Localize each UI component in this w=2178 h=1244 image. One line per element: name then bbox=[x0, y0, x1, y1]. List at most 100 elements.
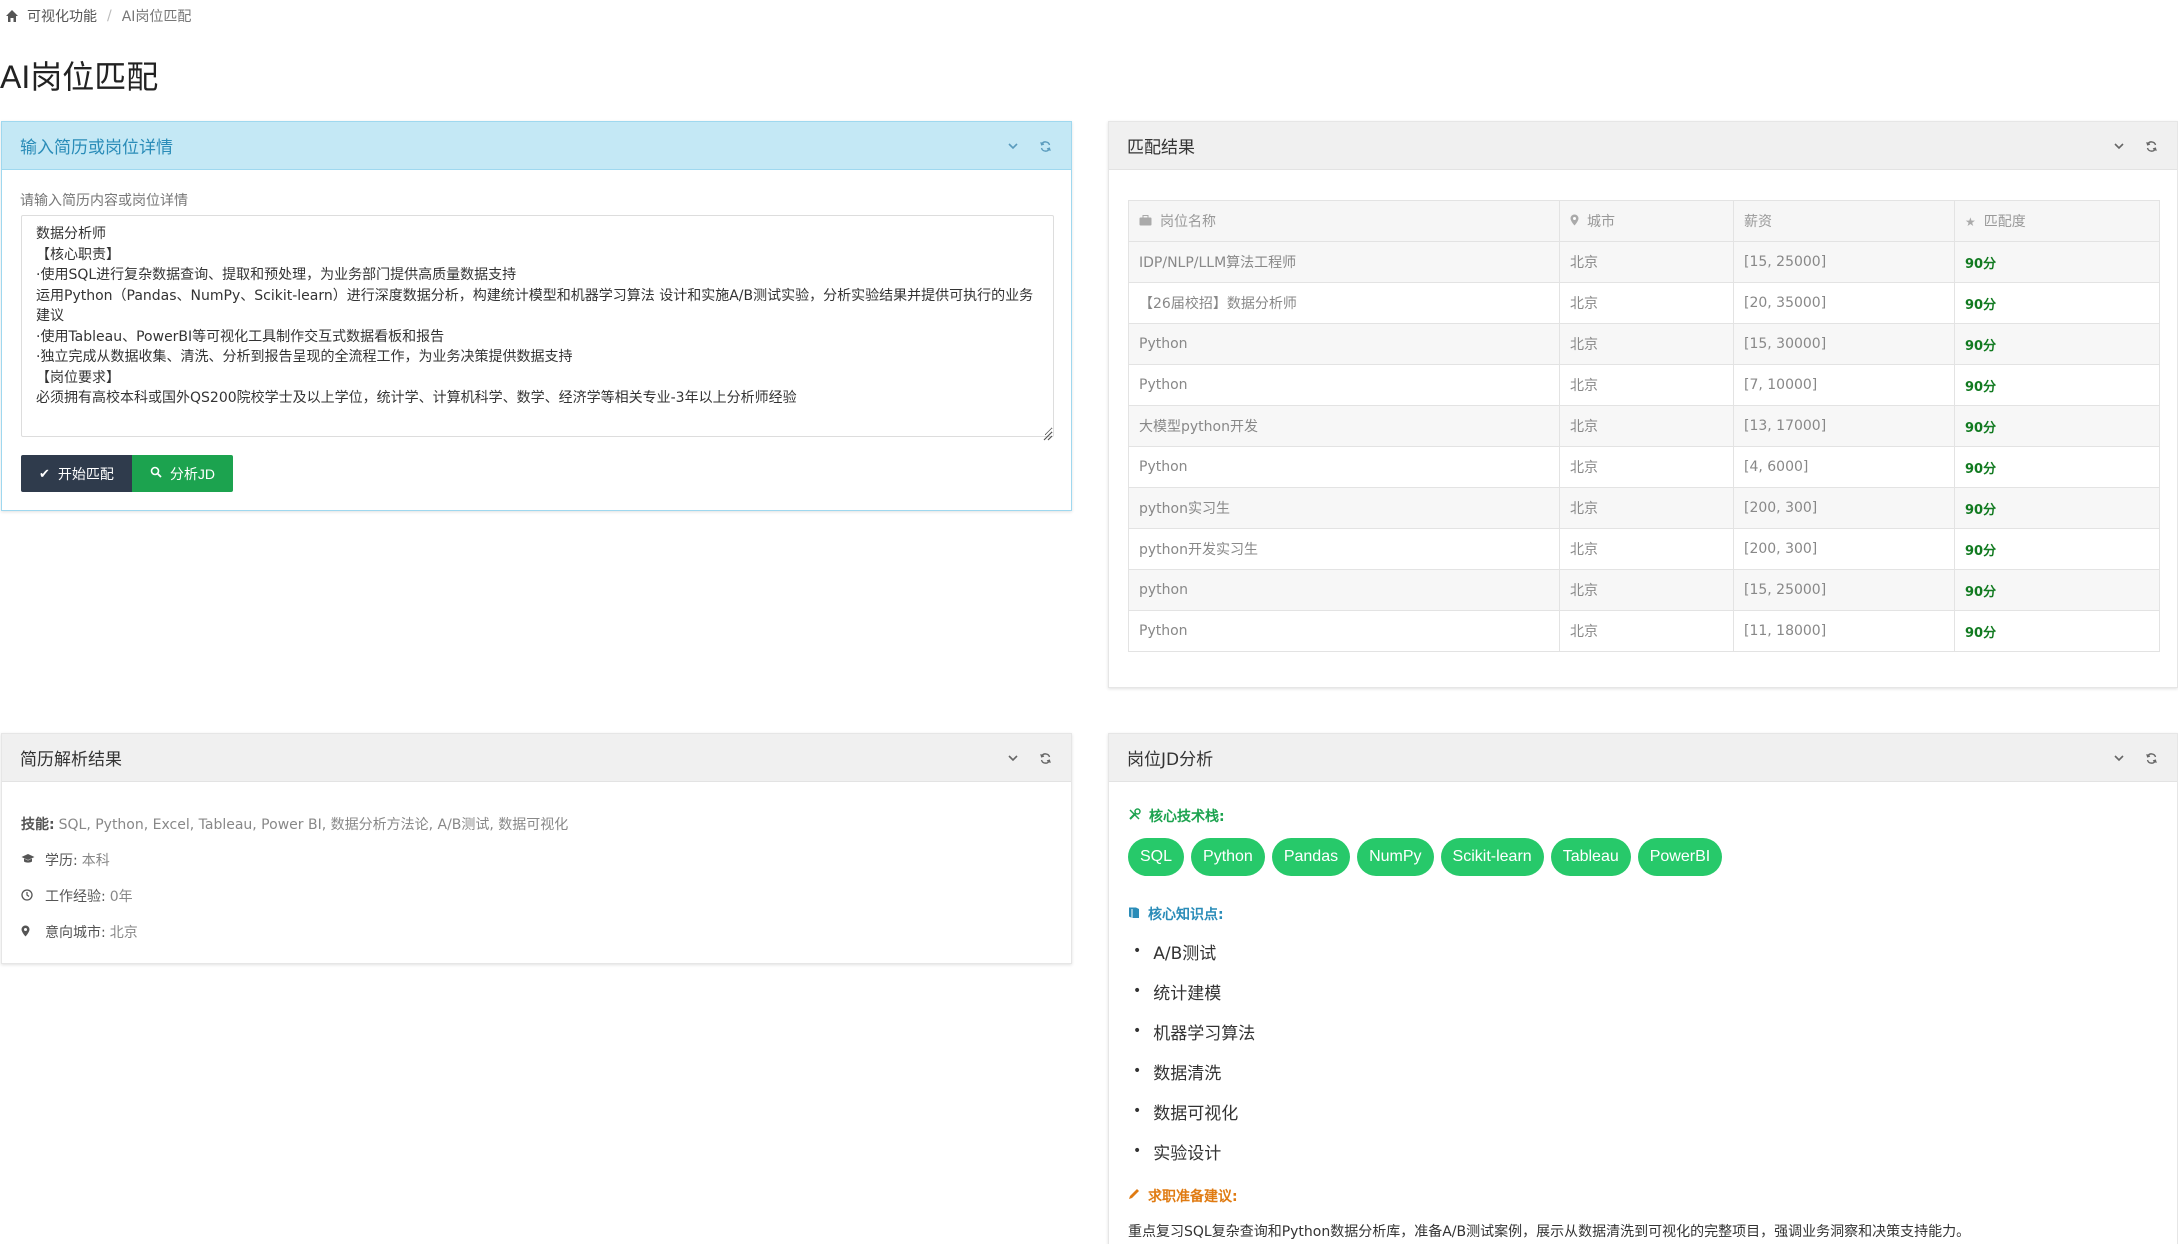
refresh-icon[interactable] bbox=[2143, 750, 2159, 766]
column-header-job[interactable]: 岗位名称 bbox=[1128, 200, 1560, 242]
column-header-label: 城市 bbox=[1587, 214, 1615, 230]
city-cell: 北京 bbox=[1559, 487, 1734, 529]
collapse-icon[interactable] bbox=[1005, 138, 1021, 154]
table-row[interactable]: Python 北京 [4, 6000] 90分 bbox=[1128, 446, 2160, 488]
table-row[interactable]: IDP/NLP/LLM算法工程师 北京 [15, 25000] 90分 bbox=[1128, 241, 2160, 283]
resume-textarea[interactable]: 数据分析师 【核心职责】 ·使用SQL进行复杂数据查询、提取和预处理，为业务部门… bbox=[21, 215, 1054, 437]
jd-panel-title: 岗位JD分析 bbox=[1127, 750, 1214, 770]
analyze-jd-label: 分析JD bbox=[169, 465, 216, 482]
skills-value: SQL, Python, Excel, Tableau, Power BI, 数… bbox=[58, 817, 569, 833]
experience-value: 0年 bbox=[109, 889, 133, 905]
collapse-icon[interactable] bbox=[1005, 750, 1021, 766]
results-panel-header: 匹配结果 bbox=[1109, 122, 2177, 170]
results-table: 岗位名称 城市 薪资 ★ 匹配度 IDP/NLP/LLM算法工程师 北京 [15, 2… bbox=[1128, 200, 2160, 652]
collapse-icon[interactable] bbox=[2111, 138, 2127, 154]
city-cell: 北京 bbox=[1559, 528, 1734, 570]
action-buttons: ✔ 开始匹配 分析JD bbox=[21, 455, 234, 492]
column-header-city[interactable]: 城市 bbox=[1559, 200, 1734, 242]
score-cell: 90分 bbox=[1954, 241, 2160, 283]
briefcase-icon bbox=[1139, 215, 1152, 229]
tech-tags: SQL Python Pandas NumPy Scikit-learn Tab… bbox=[1128, 838, 1723, 876]
tools-icon bbox=[1128, 807, 1141, 825]
graduation-cap-icon bbox=[21, 853, 37, 867]
job-title-cell: python bbox=[1128, 569, 1560, 611]
list-item: 数据可视化 bbox=[1133, 1091, 1255, 1131]
skills-row: 技能: SQL, Python, Excel, Tableau, Power B… bbox=[21, 806, 568, 842]
clock-icon bbox=[21, 888, 37, 904]
knowledge-title: 核心知识点: bbox=[1148, 907, 1224, 923]
input-panel-header: 输入简历或岗位详情 bbox=[2, 122, 1071, 170]
map-marker-icon bbox=[1570, 214, 1579, 229]
salary-cell: [15, 25000] bbox=[1733, 569, 1955, 611]
refresh-icon[interactable] bbox=[1037, 138, 1053, 154]
table-row[interactable]: 【26届校招】数据分析师 北京 [20, 35000] 90分 bbox=[1128, 282, 2160, 324]
home-icon[interactable] bbox=[5, 9, 19, 23]
tech-stack-heading: 核心技术栈: bbox=[1128, 806, 1225, 826]
city-cell: 北京 bbox=[1559, 241, 1734, 283]
salary-cell: [15, 25000] bbox=[1733, 241, 1955, 283]
city-label: 意向城市: bbox=[45, 925, 106, 941]
job-title-cell: python实习生 bbox=[1128, 487, 1560, 529]
results-panel-title: 匹配结果 bbox=[1127, 138, 1195, 158]
advice-title: 求职准备建议: bbox=[1148, 1189, 1238, 1205]
job-title-cell: IDP/NLP/LLM算法工程师 bbox=[1128, 241, 1560, 283]
list-item: 统计建模 bbox=[1133, 971, 1255, 1011]
breadcrumb-current: AI岗位匹配 bbox=[121, 9, 192, 25]
breadcrumb: 可视化功能 / AI岗位匹配 bbox=[5, 6, 191, 26]
job-title-cell: 大模型python开发 bbox=[1128, 405, 1560, 447]
table-row[interactable]: 大模型python开发 北京 [13, 17000] 90分 bbox=[1128, 405, 2160, 447]
start-match-button[interactable]: ✔ 开始匹配 bbox=[21, 455, 132, 492]
advice-text: 重点复习SQL复杂查询和Python数据分析库，准备A/B测试案例，展示从数据清… bbox=[1128, 1224, 1971, 1240]
list-item: 数据清洗 bbox=[1133, 1051, 1255, 1091]
city-cell: 北京 bbox=[1559, 610, 1734, 652]
refresh-icon[interactable] bbox=[1037, 750, 1053, 766]
salary-cell: [13, 17000] bbox=[1733, 405, 1955, 447]
search-icon bbox=[150, 466, 162, 481]
knowledge-heading: 核心知识点: bbox=[1128, 904, 1224, 924]
column-header-salary[interactable]: 薪资 bbox=[1733, 200, 1955, 242]
parse-panel-title: 简历解析结果 bbox=[20, 750, 122, 770]
list-item: 机器学习算法 bbox=[1133, 1011, 1255, 1051]
star-icon: ★ bbox=[1965, 215, 1976, 229]
salary-cell: [7, 10000] bbox=[1733, 364, 1955, 406]
collapse-icon[interactable] bbox=[2111, 750, 2127, 766]
tech-tag: Pandas bbox=[1271, 838, 1351, 876]
analyze-jd-button[interactable]: 分析JD bbox=[131, 455, 234, 492]
pencil-icon bbox=[1128, 1188, 1140, 1204]
salary-cell: [20, 35000] bbox=[1733, 282, 1955, 324]
score-cell: 90分 bbox=[1954, 282, 2160, 324]
breadcrumb-home-link[interactable]: 可视化功能 bbox=[27, 6, 97, 26]
score-cell: 90分 bbox=[1954, 610, 2160, 652]
job-title-cell: python开发实习生 bbox=[1128, 528, 1560, 570]
column-header-score[interactable]: ★ 匹配度 bbox=[1954, 200, 2160, 242]
parse-result-list: 技能: SQL, Python, Excel, Tableau, Power B… bbox=[21, 806, 568, 950]
salary-cell: [200, 300] bbox=[1733, 487, 1955, 529]
table-row[interactable]: Python 北京 [15, 30000] 90分 bbox=[1128, 323, 2160, 365]
education-label: 学历: bbox=[45, 853, 78, 869]
table-row[interactable]: python实习生 北京 [200, 300] 90分 bbox=[1128, 487, 2160, 529]
resize-handle-icon[interactable] bbox=[1043, 426, 1053, 441]
city-cell: 北京 bbox=[1559, 446, 1734, 488]
score-cell: 90分 bbox=[1954, 569, 2160, 611]
score-cell: 90分 bbox=[1954, 487, 2160, 529]
table-row[interactable]: python开发实习生 北京 [200, 300] 90分 bbox=[1128, 528, 2160, 570]
experience-row: 工作经验: 0年 bbox=[21, 878, 568, 914]
salary-cell: [200, 300] bbox=[1733, 528, 1955, 570]
table-header-row: 岗位名称 城市 薪资 ★ 匹配度 bbox=[1128, 200, 2160, 242]
check-icon: ✔ bbox=[39, 465, 50, 481]
score-cell: 90分 bbox=[1954, 446, 2160, 488]
tech-tag: NumPy bbox=[1357, 838, 1434, 876]
table-row[interactable]: python 北京 [15, 25000] 90分 bbox=[1128, 569, 2160, 611]
city-value: 北京 bbox=[109, 925, 138, 941]
advice-heading: 求职准备建议: bbox=[1128, 1186, 1238, 1206]
skills-label: 技能: bbox=[21, 817, 55, 833]
resume-input-label: 请输入简历内容或岗位详情 bbox=[20, 193, 188, 209]
parse-panel-header: 简历解析结果 bbox=[2, 734, 1071, 782]
map-marker-icon bbox=[21, 925, 37, 940]
table-row[interactable]: Python 北京 [7, 10000] 90分 bbox=[1128, 364, 2160, 406]
refresh-icon[interactable] bbox=[2143, 138, 2159, 154]
job-title-cell: Python bbox=[1128, 364, 1560, 406]
job-title-cell: Python bbox=[1128, 610, 1560, 652]
table-row[interactable]: Python 北京 [11, 18000] 90分 bbox=[1128, 610, 2160, 652]
salary-cell: [11, 18000] bbox=[1733, 610, 1955, 652]
